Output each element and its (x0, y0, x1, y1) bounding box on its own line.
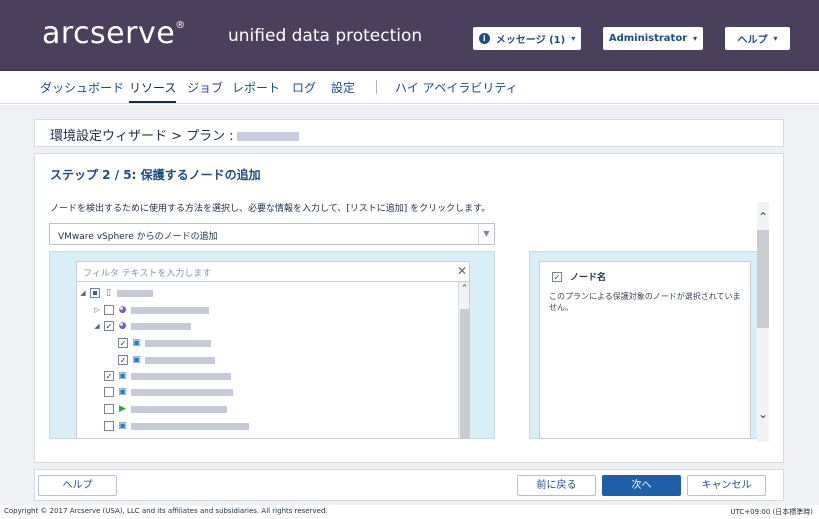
redacted-label (131, 388, 233, 396)
tree-scrollbar[interactable]: ⌃ (458, 282, 469, 438)
administrator-button[interactable]: Administrator ▾ (603, 27, 703, 50)
scroll-down-icon[interactable]: ⌄ (757, 407, 769, 421)
breadcrumb: 環境設定ウィザード > プラン : (34, 119, 784, 147)
empty-message: このプランによる保護対象のノードが選択されていません。 (549, 292, 741, 312)
tree-row[interactable]: ▣ (93, 385, 233, 399)
nav-divider (376, 80, 377, 94)
help-menu-button[interactable]: ヘルプ ▾ (725, 27, 790, 50)
tree-row[interactable]: ◢ ▯ (79, 286, 153, 300)
tree-row[interactable]: ✓ ▣ (93, 369, 231, 383)
clear-icon[interactable]: ✕ (457, 264, 467, 278)
tree-row[interactable]: ▶ (93, 402, 227, 416)
filter-placeholder: フィルタ テキストを入力します (83, 269, 212, 279)
checkbox[interactable]: ✓ (104, 321, 114, 331)
product-name: unified data protection (228, 26, 423, 46)
instruction-text: ノードを検出するために使用する方法を選択し、必要な情報を入力して、[リストに追加… (50, 204, 491, 214)
nav-settings[interactable]: 設定 (331, 79, 355, 96)
wizard-footer: ヘルプ 前に戻る 次へ キャンセル (34, 469, 784, 501)
main-area: 環境設定ウィザード > プラン : ステップ 2 / 5: 保護するノードの追加… (0, 105, 819, 505)
step-title: ステップ 2 / 5: 保護するノードの追加 (50, 168, 261, 182)
checkbox[interactable] (104, 404, 114, 414)
vm-icon: ▣ (118, 386, 127, 397)
checkbox[interactable] (104, 305, 114, 315)
scroll-thumb[interactable] (460, 309, 469, 438)
messages-button[interactable]: i メッセージ (1) ▾ (473, 27, 581, 50)
expand-icon[interactable]: ◢ (79, 289, 87, 297)
tree-row[interactable]: ▷ ◕ (93, 303, 209, 317)
column-node-name: ノード名 (570, 273, 607, 283)
redacted-label (131, 372, 231, 380)
copyright-text: Copyright © 2017 Arcserve (USA), LLC and… (4, 507, 328, 515)
redacted-label (145, 339, 211, 347)
administrator-label: Administrator (608, 33, 688, 44)
vm-icon: ▣ (132, 337, 141, 348)
checkbox[interactable]: ✓ (118, 338, 128, 348)
tree-row[interactable]: ✓ ▣ (107, 336, 211, 350)
node-method-select[interactable]: VMware vSphere からのノードの追加 ▼ (49, 223, 495, 245)
expand-icon[interactable]: ▷ (93, 306, 101, 314)
messages-label: メッセージ (1) (495, 35, 566, 46)
redacted-label (117, 289, 153, 297)
checkbox[interactable]: ✓ (104, 371, 114, 381)
vcenter-icon: ◕ (118, 320, 127, 331)
vcenter-icon: ◕ (118, 304, 127, 315)
nav-high-availability[interactable]: ハイ アベイラビリティ (395, 79, 518, 96)
selected-nodes-list: ✓ ノード名 このプランによる保護対象のノードが選択されていません。 (539, 261, 751, 439)
wizard-scrollbar[interactable]: ⌃ ⌄ (757, 202, 769, 442)
vm-icon: ▣ (118, 420, 127, 431)
nav-jobs[interactable]: ジョブ (187, 79, 223, 96)
vm-icon: ▣ (118, 370, 127, 381)
chevron-down-icon: ▾ (693, 34, 698, 43)
node-method-value: VMware vSphere からのノードの追加 (58, 232, 218, 242)
nav-dashboard[interactable]: ダッシュボード (40, 79, 124, 96)
redacted-label (131, 405, 227, 413)
tree-row[interactable]: ▣ (93, 419, 249, 433)
info-icon: i (478, 33, 490, 44)
redacted-label (131, 322, 191, 330)
checkbox[interactable] (104, 387, 114, 397)
back-button[interactable]: 前に戻る (517, 475, 596, 496)
scroll-up-icon[interactable]: ⌃ (757, 210, 769, 224)
tree-row[interactable]: ◢ ✓ ◕ (93, 319, 191, 333)
server-icon: ▯ (106, 287, 111, 298)
chevron-down-icon: ▾ (773, 34, 778, 43)
vm-running-icon: ▶ (119, 403, 126, 414)
expand-icon[interactable]: ◢ (93, 322, 101, 330)
checkbox[interactable]: ✓ (118, 355, 128, 365)
scroll-thumb[interactable] (757, 230, 769, 328)
redacted-label (145, 356, 215, 364)
tree-row[interactable]: ✓ ▣ (107, 353, 215, 367)
available-nodes-pane: フィルタ テキストを入力します ✕ ◢ ▯ ▷ ◕ ◢ ✓ ◕ ✓ ▣ ✓ ▣ … (49, 251, 495, 439)
next-button[interactable]: 次へ (602, 475, 681, 496)
nav-logs[interactable]: ログ (292, 79, 316, 96)
filter-input[interactable]: フィルタ テキストを入力します ✕ (77, 262, 469, 282)
plan-name-redacted (236, 132, 299, 141)
selected-nodes-pane: ✓ ノード名 このプランによる保護対象のノードが選択されていません。 (529, 251, 759, 439)
scroll-up-icon[interactable]: ⌃ (459, 284, 469, 294)
timezone-text: UTC+09:00 (日本標準時) (730, 508, 813, 516)
redacted-label (131, 306, 209, 314)
nav-reports[interactable]: レポート (232, 79, 280, 96)
checkbox[interactable] (90, 288, 100, 298)
main-nav: ダッシュボード リソース ジョブ レポート ログ 設定 ハイ アベイラビリティ (0, 71, 819, 104)
vm-icon: ▣ (132, 354, 141, 365)
arcserve-logo[interactable]: arcserve® (42, 16, 186, 51)
redacted-label (131, 422, 249, 430)
chevron-down-icon: ▾ (571, 34, 576, 43)
node-tree: フィルタ テキストを入力します ✕ ◢ ▯ ▷ ◕ ◢ ✓ ◕ ✓ ▣ ✓ ▣ … (76, 261, 470, 439)
checkbox[interactable] (104, 421, 114, 431)
select-all-checkbox[interactable]: ✓ (552, 271, 562, 282)
app-header: arcserve® unified data protection i メッセー… (0, 0, 819, 71)
nav-resources[interactable]: リソース (129, 79, 177, 103)
chevron-down-icon[interactable]: ▼ (478, 224, 494, 244)
help-button[interactable]: ヘルプ (38, 475, 117, 496)
cancel-button[interactable]: キャンセル (687, 475, 766, 496)
wizard-panel: ステップ 2 / 5: 保護するノードの追加 ノードを検出するために使用する方法… (34, 153, 784, 463)
breadcrumb-text: 環境設定ウィザード > プラン : (50, 129, 234, 144)
help-menu-label: ヘルプ (737, 35, 768, 46)
